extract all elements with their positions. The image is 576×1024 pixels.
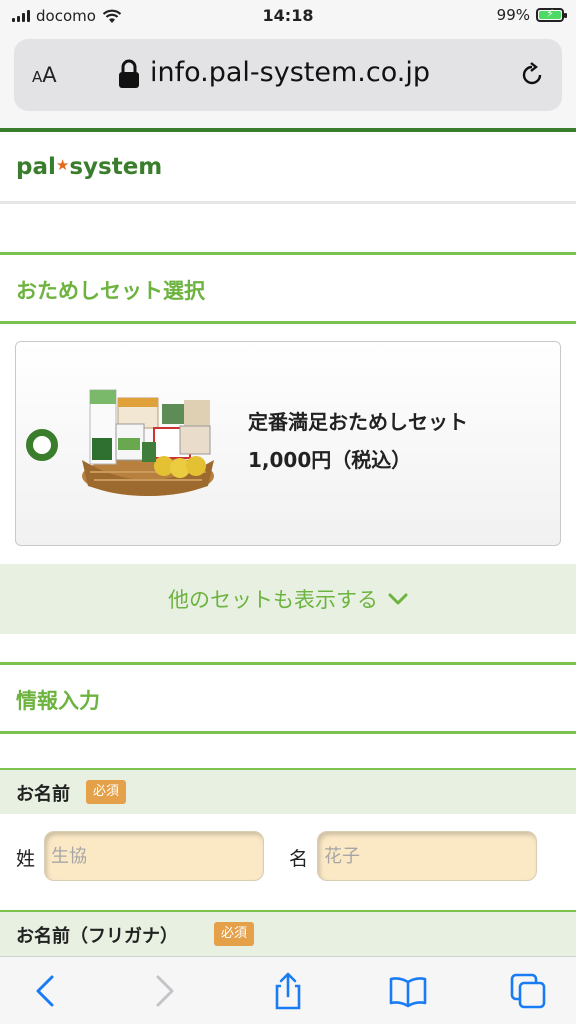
set-price: 1,000円（税込） bbox=[248, 448, 412, 472]
set-radio-button[interactable] bbox=[26, 429, 58, 461]
required-badge: 必須 bbox=[86, 780, 127, 804]
first-name-label: 名 bbox=[289, 848, 309, 870]
show-more-label: 他のセットも表示する bbox=[168, 588, 378, 612]
set-name: 定番満足おためしセット bbox=[248, 410, 468, 434]
back-icon[interactable] bbox=[26, 971, 66, 1011]
site-header: pal★system bbox=[0, 128, 576, 204]
bookmarks-icon[interactable] bbox=[388, 971, 428, 1011]
battery-percent: 99% bbox=[496, 6, 530, 24]
lock-icon bbox=[119, 59, 139, 88]
battery-icon: ⚡ bbox=[536, 7, 567, 22]
last-name-label: 姓 bbox=[16, 848, 36, 870]
name-field-header: お名前 必須 bbox=[0, 768, 576, 814]
pal-system-logo[interactable]: pal★system bbox=[16, 154, 162, 180]
section-title: 情報入力 bbox=[16, 689, 100, 713]
field-label: お名前 bbox=[16, 784, 70, 805]
section-title: おためしセット選択 bbox=[16, 279, 205, 303]
trial-set-option[interactable]: 定番満足おためしセット 1,000円（税込） bbox=[15, 341, 561, 546]
browser-address-area: AA info.pal-system.co.jp bbox=[0, 34, 576, 128]
trial-set-section-header: おためしセット選択 bbox=[0, 252, 576, 324]
clock: 14:18 bbox=[262, 6, 314, 25]
info-input-section-header: 情報入力 bbox=[0, 662, 576, 734]
address-bar[interactable]: AA info.pal-system.co.jp bbox=[14, 39, 562, 111]
forward-icon[interactable] bbox=[144, 971, 184, 1011]
kana-field-header: お名前（フリガナ） 必須 bbox=[0, 910, 576, 956]
reader-view-button[interactable]: AA bbox=[32, 63, 57, 87]
chevron-down-icon bbox=[388, 593, 408, 605]
browser-toolbar bbox=[0, 956, 576, 1024]
first-name-input[interactable] bbox=[317, 831, 537, 881]
name-input-row: 姓 名 bbox=[0, 814, 576, 910]
reload-icon[interactable] bbox=[518, 61, 546, 89]
share-icon[interactable] bbox=[268, 971, 308, 1011]
field-label: お名前（フリガナ） bbox=[16, 926, 178, 947]
last-name-input[interactable] bbox=[44, 831, 264, 881]
product-basket-image bbox=[82, 389, 214, 496]
tabs-icon[interactable] bbox=[508, 971, 548, 1011]
required-badge: 必須 bbox=[214, 922, 255, 946]
show-more-sets-button[interactable]: 他のセットも表示する bbox=[0, 564, 576, 634]
battery-info: 99% ⚡ bbox=[496, 6, 567, 24]
status-bar: docomo 14:18 99% ⚡ bbox=[0, 0, 576, 34]
star-icon: ★ bbox=[55, 156, 70, 174]
url-text[interactable]: info.pal-system.co.jp bbox=[150, 57, 430, 88]
